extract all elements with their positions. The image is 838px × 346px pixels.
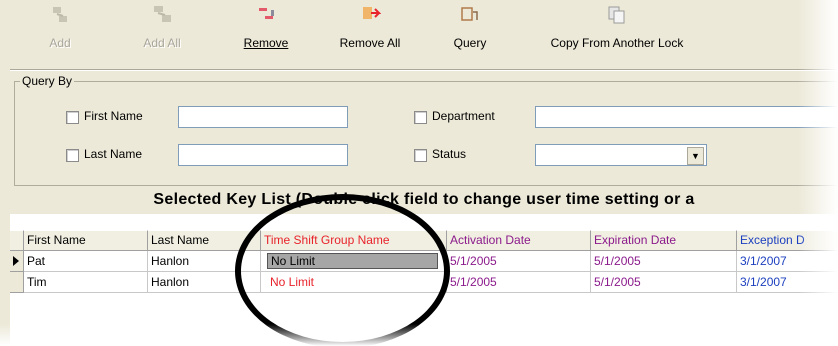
row-selector[interactable] (10, 251, 24, 272)
row-header-corner (10, 230, 24, 251)
add-all-icon (151, 4, 173, 26)
cell-last-name[interactable]: Hanlon (148, 272, 261, 293)
remove-button[interactable]: Remove (236, 4, 296, 64)
first-name-label: First Name (84, 109, 143, 123)
row-selector[interactable] (10, 272, 24, 293)
status-checkbox[interactable] (414, 149, 427, 162)
query-by-title: Query By (20, 74, 75, 88)
remove-icon (255, 4, 277, 26)
add-all-label: Add All (143, 36, 181, 50)
department-checkbox[interactable] (414, 111, 427, 124)
copy-from-lock-button[interactable]: Copy From Another Lock (532, 4, 702, 64)
col-exception-date[interactable]: Exception D (737, 230, 838, 251)
copy-icon (606, 4, 628, 26)
remove-text: Remove (243, 36, 289, 50)
cell-expiration-date[interactable]: 5/1/2005 (591, 272, 737, 293)
cell-activation-date[interactable]: 5/1/2005 (447, 272, 591, 293)
last-name-label: Last Name (84, 147, 143, 161)
department-input[interactable] (535, 106, 838, 128)
cell-exception-date[interactable]: 3/1/2007 (737, 251, 838, 272)
first-name-input[interactable] (178, 106, 348, 128)
col-activation-date[interactable]: Activation Date (447, 230, 591, 251)
cell-time-shift-group[interactable]: No Limit (261, 272, 447, 293)
window: Add Add All Remove Remove All Query Copy… (0, 0, 838, 346)
first-name-checkbox[interactable] (66, 111, 79, 124)
cell-expiration-date[interactable]: 5/1/2005 (591, 251, 737, 272)
add-all-button[interactable]: Add All (137, 4, 187, 64)
last-name-checkbox[interactable] (66, 149, 79, 162)
col-first-name[interactable]: First Name (24, 230, 148, 251)
time-shift-editor[interactable]: No Limit (267, 253, 438, 269)
add-button[interactable]: Add (40, 4, 80, 64)
copy-label: Copy From Another Lock (550, 36, 684, 50)
query-label: Query (453, 36, 487, 50)
toolbar: Add Add All Remove Remove All Query Copy… (10, 0, 838, 68)
grid-title: Selected Key List (Double click field to… (10, 188, 838, 214)
cell-time-shift-group[interactable]: No Limit (261, 251, 447, 272)
query-by-group (14, 81, 838, 186)
remove-all-label: Remove All (339, 36, 401, 50)
current-row-arrow-icon (13, 256, 19, 266)
add-label: Add (49, 36, 71, 50)
col-time-shift-group[interactable]: Time Shift Group Name (261, 230, 447, 251)
cell-first-name[interactable]: Pat (24, 251, 148, 272)
last-name-input[interactable] (178, 144, 348, 166)
status-select[interactable]: ▼ (535, 144, 707, 166)
cell-last-name[interactable]: Hanlon (148, 251, 261, 272)
remove-all-button[interactable]: Remove All (330, 4, 410, 64)
cell-activation-date[interactable]: 5/1/2005 (447, 251, 591, 272)
query-button[interactable]: Query (448, 4, 492, 64)
add-icon (49, 4, 71, 26)
remove-label: Remove (236, 36, 296, 50)
department-label: Department (432, 109, 495, 123)
status-label: Status (432, 147, 467, 161)
col-expiration-date[interactable]: Expiration Date (591, 230, 737, 251)
cell-first-name[interactable]: Tim (24, 272, 148, 293)
remove-all-icon (359, 4, 382, 26)
toolbar-divider (10, 69, 838, 71)
col-last-name[interactable]: Last Name (148, 230, 261, 251)
cell-exception-date[interactable]: 3/1/2007 (737, 272, 838, 293)
chevron-down-icon[interactable]: ▼ (687, 147, 704, 165)
query-icon (459, 4, 481, 26)
